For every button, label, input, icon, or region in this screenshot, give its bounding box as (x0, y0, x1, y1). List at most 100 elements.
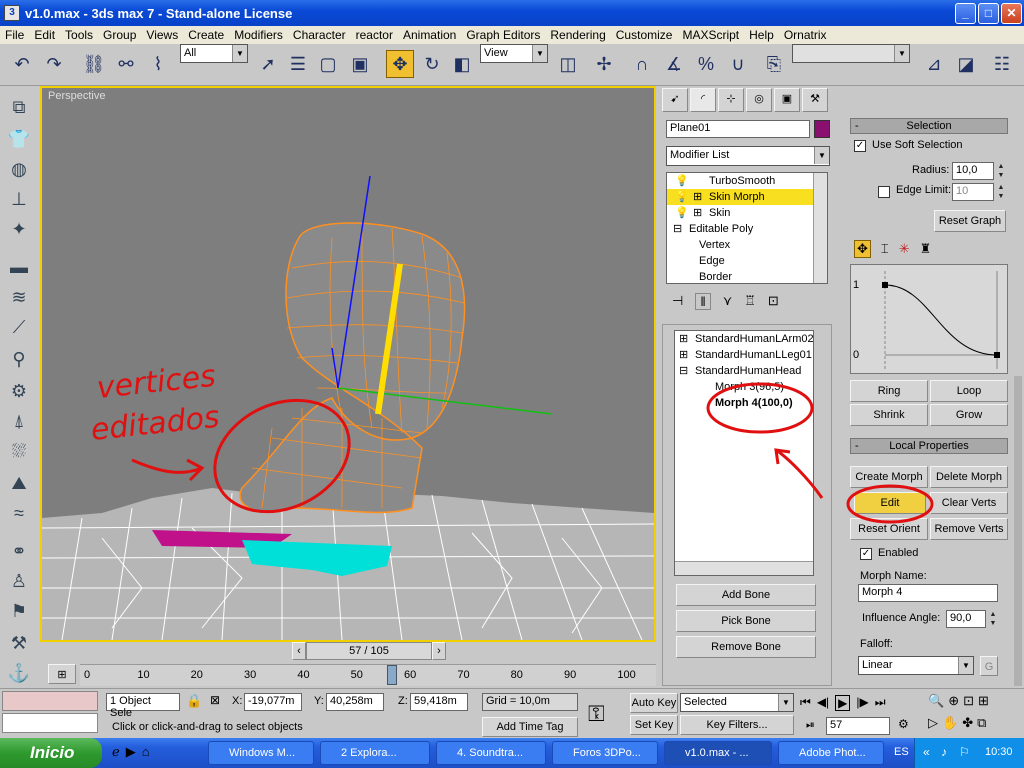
layer-manager-icon[interactable]: ☷ (988, 50, 1016, 78)
arc-rotate-icon[interactable]: ✤ (962, 715, 973, 731)
y-coordinate-field[interactable]: 40,258m (326, 693, 384, 711)
modifier-list-dropdown[interactable]: Modifier List ▼ (666, 146, 830, 166)
stack-item-vertex[interactable]: Vertex (667, 237, 813, 253)
curve-editor-icon[interactable]: ⊞ (48, 664, 76, 684)
radius-spinner[interactable]: ▲ ▼ (996, 162, 1006, 180)
expand-icon[interactable]: ⊞ (679, 347, 688, 363)
enabled-checkbox[interactable]: ✓ (860, 548, 872, 560)
time-config-icon[interactable]: ⚙ (898, 717, 909, 731)
task-3dsmax[interactable]: v1.0.max - ... (664, 741, 772, 765)
select-and-move-icon[interactable]: ✥ (386, 50, 414, 78)
close-button[interactable]: ✕ (1001, 3, 1022, 24)
bone-item[interactable]: ⊞ StandardHumanLLeg01 (675, 347, 813, 363)
make-unique-icon[interactable]: ⋎ (723, 293, 733, 309)
pan-icon[interactable]: ✋ (942, 715, 958, 731)
expand-icon[interactable]: ⊞ (679, 331, 688, 347)
task-explorer[interactable]: 2 Explora... (320, 741, 430, 765)
go-to-end-icon[interactable]: ⏭ (875, 695, 886, 711)
set-key-icon[interactable]: ⚿ (588, 701, 605, 727)
select-by-name-icon[interactable]: ☰ (284, 50, 312, 78)
stack-item-editable-poly[interactable]: ⊟ Editable Poly (667, 221, 813, 237)
named-selection-dropdown[interactable]: ▼ (792, 44, 910, 63)
menu-customize[interactable]: Customize (611, 28, 678, 42)
configure-sets-icon[interactable]: ⊡ (768, 293, 779, 309)
wind-icon[interactable]: ⚙ (6, 378, 32, 404)
field-of-view-icon[interactable]: ▷ (928, 715, 938, 731)
perspective-viewport[interactable]: Perspective vertices editados (40, 86, 656, 642)
toy-car-icon[interactable]: ⍋ (6, 408, 32, 434)
fracture-icon[interactable]: ⛆ (6, 438, 32, 464)
menu-animation[interactable]: Animation (398, 28, 461, 42)
pivot-center-icon[interactable]: ◫ (554, 50, 582, 78)
select-and-link-icon[interactable]: ⛓ (80, 50, 108, 78)
expand-icon[interactable]: ⊞ (693, 189, 702, 205)
reference-coord-dropdown[interactable]: View ▼ (480, 44, 548, 63)
task-soundtrack[interactable]: 4. Soundtra... (436, 741, 546, 765)
menu-ornatrix[interactable]: Ornatrix (779, 28, 832, 42)
stack-item-turbosmooth[interactable]: 💡 TurboSmooth (667, 173, 813, 189)
menu-edit[interactable]: Edit (29, 28, 60, 42)
car-wheel-icon[interactable]: ⚓ (6, 660, 32, 686)
key-mode-icon[interactable]: ⏯ (806, 719, 815, 732)
deforming-mesh-icon[interactable]: ✦ (6, 216, 32, 242)
move-point-icon[interactable]: ✥ (854, 240, 871, 258)
menu-rendering[interactable]: Rendering (545, 28, 610, 42)
ie-icon[interactable]: ℯ (112, 744, 120, 760)
track-ruler[interactable]: 0 10 20 30 40 50 60 70 80 90 100 (80, 664, 656, 686)
zoom-extents-icon[interactable]: ⊡ (963, 693, 974, 709)
angle-snap-icon[interactable]: ∡ (660, 50, 688, 78)
collapse-icon[interactable]: ⊟ (673, 221, 682, 237)
add-bone-button[interactable]: Add Bone (676, 584, 816, 606)
menu-views[interactable]: Views (141, 28, 183, 42)
stack-scrollbar[interactable] (813, 173, 827, 283)
lightbulb-icon[interactable]: 💡 (675, 205, 689, 221)
selection-filter-dropdown[interactable]: All ▼ (180, 44, 248, 63)
redo-icon[interactable]: ↷ (40, 50, 68, 78)
menu-maxscript[interactable]: MAXScript (677, 28, 744, 42)
spring-icon[interactable]: ≋ (6, 284, 32, 310)
modify-tab-icon[interactable]: ◜ (690, 88, 716, 112)
remove-modifier-icon[interactable]: ♖ (744, 293, 756, 309)
mirror-icon[interactable]: ⊿ (920, 50, 948, 78)
water-icon[interactable]: ⛰ (6, 470, 32, 496)
tray-arrow-icon[interactable]: « (923, 745, 930, 759)
task-windows-messenger[interactable]: Windows M... (208, 741, 314, 765)
shrink-button[interactable]: Shrink (850, 404, 928, 426)
expand-icon[interactable]: ⊞ (693, 205, 702, 221)
key-filters-button[interactable]: Key Filters... (680, 715, 794, 735)
menu-modifiers[interactable]: Modifiers (229, 28, 288, 42)
media-player-icon[interactable]: ▶ (126, 744, 136, 760)
show-end-result-icon[interactable]: ‖ (695, 292, 711, 310)
zoom-extents-all-icon[interactable]: ⊞ (978, 693, 989, 709)
ragdoll-icon[interactable]: ⚭ (6, 538, 32, 564)
zoom-icon[interactable]: 🔍 (928, 693, 944, 709)
menu-group[interactable]: Group (98, 28, 141, 42)
motor-icon[interactable]: ⚲ (6, 346, 32, 372)
current-frame-field[interactable]: 57 (826, 717, 890, 735)
edge-limit-checkbox[interactable] (878, 186, 890, 198)
menu-file[interactable]: File (0, 28, 29, 42)
lightbulb-icon[interactable]: 💡 (675, 173, 689, 189)
menu-create[interactable]: Create (183, 28, 229, 42)
edge-limit-spinner[interactable]: ▲ ▼ (996, 183, 1006, 201)
selection-rollout-header[interactable]: - Selection (850, 118, 1008, 134)
stack-item-border[interactable]: Border (667, 269, 813, 283)
zoom-all-icon[interactable]: ⊕ (948, 693, 959, 709)
network-icon[interactable]: ⚐ (959, 745, 970, 759)
maximize-viewport-icon[interactable]: ⧉ (977, 715, 986, 731)
play-icon[interactable]: ▶ (835, 695, 851, 711)
window-crossing-icon[interactable]: ▣ (346, 50, 374, 78)
go-to-start-icon[interactable]: ⏮ (800, 695, 811, 711)
local-properties-header[interactable]: - Local Properties (850, 438, 1008, 454)
stack-item-skin[interactable]: 💡 ⊞ Skin (667, 205, 813, 221)
clear-verts-button[interactable]: Clear Verts (930, 492, 1008, 514)
undo-icon[interactable]: ↶ (8, 50, 36, 78)
task-photoshop[interactable]: Adobe Phot... (778, 741, 884, 765)
cloth-collection-icon[interactable]: 👕 (6, 126, 32, 152)
collapse-icon[interactable]: ⊟ (679, 363, 688, 379)
start-button[interactable]: Inicio (0, 738, 102, 768)
remove-bone-button[interactable]: Remove Bone (676, 636, 816, 658)
menu-tools[interactable]: Tools (60, 28, 98, 42)
pin-stack-icon[interactable]: ⊣ (672, 293, 683, 309)
add-time-tag-button[interactable]: Add Time Tag (482, 717, 578, 737)
